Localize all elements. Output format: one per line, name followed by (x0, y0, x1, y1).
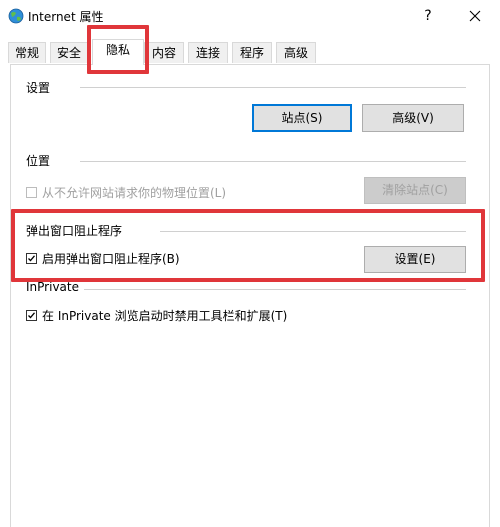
inprivate-group-divider (84, 289, 466, 290)
inprivate-group-heading: InPrivate (26, 280, 79, 294)
tab-connections[interactable]: 连接 (188, 42, 228, 63)
close-button[interactable] (458, 3, 492, 29)
tab-content[interactable]: 内容 (144, 42, 184, 63)
checkbox-box (26, 187, 37, 198)
never-allow-location-checkbox[interactable]: 从不允许网站请求你的物理位置(L) (26, 184, 226, 201)
popup-blocker-highlight (11, 209, 485, 282)
help-button[interactable]: ? (411, 3, 445, 29)
settings-group-heading: 设置 (26, 81, 51, 95)
disable-toolbars-label: 在 InPrivate 浏览启动时禁用工具栏和扩展(T) (42, 309, 288, 323)
tab-advanced[interactable]: 高级 (276, 42, 316, 63)
checkmark-icon (28, 312, 35, 319)
window-title: Internet 属性 (28, 10, 104, 24)
sites-button[interactable]: 站点(S) (252, 104, 352, 132)
tab-programs[interactable]: 程序 (232, 42, 272, 63)
tab-general[interactable]: 常规 (8, 42, 46, 63)
privacy-panel (10, 64, 490, 527)
internet-globe-icon (8, 8, 24, 24)
advanced-settings-button[interactable]: 高级(V) (362, 104, 464, 132)
tab-strip: 常规 安全 隐私 内容 连接 程序 高级 (8, 39, 492, 65)
clear-sites-button[interactable]: 清除站点(C) (364, 177, 466, 204)
location-group-heading: 位置 (26, 154, 51, 168)
tab-security[interactable]: 安全 (50, 42, 88, 63)
location-group-divider (80, 161, 466, 162)
checkbox-box (26, 310, 37, 321)
close-icon (469, 10, 481, 22)
title-bar: Internet 属性 ? (0, 0, 500, 31)
disable-toolbars-checkbox[interactable]: 在 InPrivate 浏览启动时禁用工具栏和扩展(T) (26, 307, 287, 324)
never-allow-location-label: 从不允许网站请求你的物理位置(L) (42, 186, 227, 200)
tab-privacy[interactable]: 隐私 (92, 39, 144, 65)
settings-group-divider (80, 87, 466, 88)
